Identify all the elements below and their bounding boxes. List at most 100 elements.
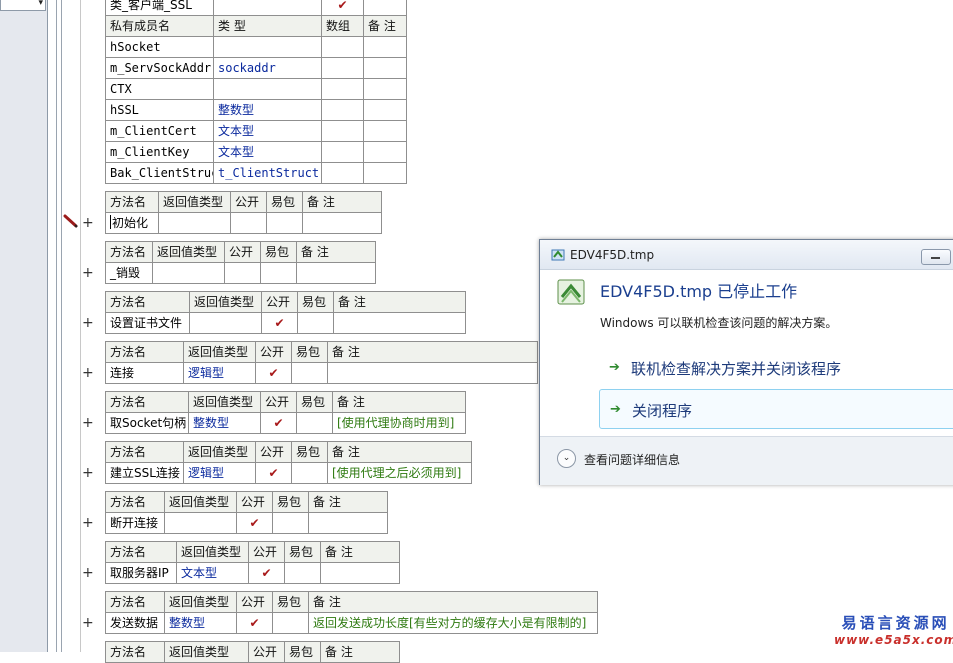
member-note[interactable] bbox=[363, 78, 407, 100]
member-note[interactable] bbox=[363, 141, 407, 163]
class-base[interactable] bbox=[213, 0, 322, 16]
member-array[interactable] bbox=[321, 57, 364, 79]
method-public[interactable] bbox=[224, 262, 261, 284]
member-name[interactable]: m_ServSockAddr bbox=[105, 57, 214, 79]
close-program-label: 关闭程序 bbox=[632, 402, 693, 420]
method-return-type[interactable]: 逻辑型 bbox=[183, 362, 256, 384]
member-name[interactable]: CTX bbox=[105, 78, 214, 100]
method-return-type[interactable] bbox=[189, 312, 262, 334]
method-return-type[interactable]: 整数型 bbox=[188, 412, 261, 434]
method-easy-pack[interactable] bbox=[291, 362, 328, 384]
method-name[interactable]: _销毁 bbox=[105, 262, 153, 284]
method-return-type[interactable] bbox=[152, 262, 225, 284]
method-header-return: 返回值类型 bbox=[158, 191, 231, 213]
member-note[interactable] bbox=[363, 120, 407, 142]
method-public[interactable]: ✔ bbox=[261, 312, 298, 334]
method-public[interactable]: ✔ bbox=[236, 612, 273, 634]
close-program-option[interactable]: ➔ 关闭程序 bbox=[599, 389, 953, 429]
method-name[interactable]: 取服务器IP bbox=[105, 562, 177, 584]
class-name[interactable]: 类_客户端_SSL bbox=[105, 0, 214, 16]
method-header-public: 公开 bbox=[248, 541, 285, 563]
method-name[interactable]: 发送数据 bbox=[105, 612, 165, 634]
expand-icon[interactable]: + bbox=[82, 316, 94, 330]
expand-icon[interactable]: + bbox=[82, 366, 94, 380]
method-note[interactable] bbox=[327, 362, 538, 384]
member-array[interactable] bbox=[321, 78, 364, 100]
member-array[interactable] bbox=[321, 36, 364, 58]
panel-dropdown[interactable]: ▾ bbox=[0, 0, 46, 11]
method-easy-pack[interactable] bbox=[260, 262, 297, 284]
method-name[interactable]: 断开连接 bbox=[105, 512, 165, 534]
member-array[interactable] bbox=[321, 99, 364, 121]
method-public[interactable]: ✔ bbox=[248, 562, 285, 584]
method-easy-pack[interactable] bbox=[297, 312, 334, 334]
dialog-titlebar[interactable]: EDV4F5D.tmp bbox=[540, 240, 953, 270]
member-type[interactable]: t_ClientStruct bbox=[213, 162, 322, 184]
member-note[interactable] bbox=[363, 162, 407, 184]
method-note[interactable] bbox=[308, 512, 388, 534]
member-array[interactable] bbox=[321, 120, 364, 142]
error-dialog: EDV4F5D.tmp EDV4F5D.tmp 已停止工作 Windows 可以… bbox=[539, 239, 953, 485]
expand-icon[interactable]: + bbox=[82, 416, 94, 430]
method-name-cell[interactable]: 初始化 bbox=[105, 212, 159, 234]
method-public[interactable]: ✔ bbox=[255, 362, 292, 384]
method-name[interactable]: 设置证书文件 bbox=[105, 312, 190, 334]
method-return-type[interactable] bbox=[158, 212, 231, 234]
member-note[interactable] bbox=[363, 36, 407, 58]
method-note[interactable]: 返回发送成功长度[有些对方的缓存大小是有限制的] bbox=[308, 612, 598, 634]
expand-details-button[interactable]: ⌄ bbox=[557, 449, 576, 468]
method-note[interactable] bbox=[302, 212, 382, 234]
method-easy-pack[interactable] bbox=[272, 512, 309, 534]
method-public[interactable]: ✔ bbox=[236, 512, 273, 534]
method-note[interactable]: [使用代理之后必须用到] bbox=[327, 462, 472, 484]
method-name[interactable]: 建立SSL连接 bbox=[105, 462, 184, 484]
member-name[interactable]: hSSL bbox=[105, 99, 214, 121]
class-note[interactable] bbox=[363, 0, 407, 16]
method-name[interactable]: 连接 bbox=[105, 362, 184, 384]
expand-icon[interactable]: + bbox=[82, 566, 94, 580]
expand-icon[interactable]: + bbox=[82, 616, 94, 630]
member-type[interactable]: 文本型 bbox=[213, 120, 322, 142]
minimize-button[interactable] bbox=[921, 249, 951, 265]
method-easy-pack[interactable] bbox=[266, 212, 303, 234]
method-note[interactable] bbox=[320, 562, 400, 584]
expand-icon[interactable]: + bbox=[82, 466, 94, 480]
member-type[interactable] bbox=[213, 78, 322, 100]
method-easy-pack[interactable] bbox=[291, 462, 328, 484]
breakpoint-gutter[interactable] bbox=[56, 0, 62, 652]
member-header-array: 数组 bbox=[321, 15, 364, 37]
method-public[interactable]: ✔ bbox=[260, 412, 297, 434]
member-name[interactable]: Bak_ClientStruct bbox=[105, 162, 214, 184]
member-name[interactable]: m_ClientCert bbox=[105, 120, 214, 142]
method-note[interactable] bbox=[296, 262, 376, 284]
method-header-return: 返回值类型 bbox=[189, 291, 262, 313]
method-header-name: 方法名 bbox=[105, 591, 165, 613]
method-public[interactable]: ✔ bbox=[255, 462, 292, 484]
member-array[interactable] bbox=[321, 141, 364, 163]
member-name[interactable]: m_ClientKey bbox=[105, 141, 214, 163]
method-easy-pack[interactable] bbox=[284, 562, 321, 584]
method-easy-pack[interactable] bbox=[296, 412, 333, 434]
expand-icon[interactable]: + bbox=[82, 516, 94, 530]
expand-icon[interactable]: + bbox=[82, 266, 94, 280]
method-easy-pack[interactable] bbox=[272, 612, 309, 634]
method-return-type[interactable]: 逻辑型 bbox=[183, 462, 256, 484]
method-note[interactable] bbox=[333, 312, 466, 334]
method-note[interactable]: [使用代理协商时用到] bbox=[332, 412, 466, 434]
member-note[interactable] bbox=[363, 57, 407, 79]
member-type[interactable]: 文本型 bbox=[213, 141, 322, 163]
method-public[interactable] bbox=[230, 212, 267, 234]
method-return-type[interactable] bbox=[164, 512, 237, 534]
details-label[interactable]: 查看问题详细信息 bbox=[584, 451, 680, 468]
method-name[interactable]: 取Socket句柄 bbox=[105, 412, 189, 434]
member-type[interactable]: sockaddr bbox=[213, 57, 322, 79]
method-return-type[interactable]: 文本型 bbox=[176, 562, 249, 584]
expand-icon[interactable]: + bbox=[82, 216, 94, 230]
member-note[interactable] bbox=[363, 99, 407, 121]
check-online-option[interactable]: ➔ 联机检查解决方案并关闭该程序 bbox=[599, 348, 953, 386]
member-type[interactable]: 整数型 bbox=[213, 99, 322, 121]
member-type[interactable] bbox=[213, 36, 322, 58]
member-name[interactable]: hSocket bbox=[105, 36, 214, 58]
member-array[interactable] bbox=[321, 162, 364, 184]
method-return-type[interactable]: 整数型 bbox=[164, 612, 237, 634]
